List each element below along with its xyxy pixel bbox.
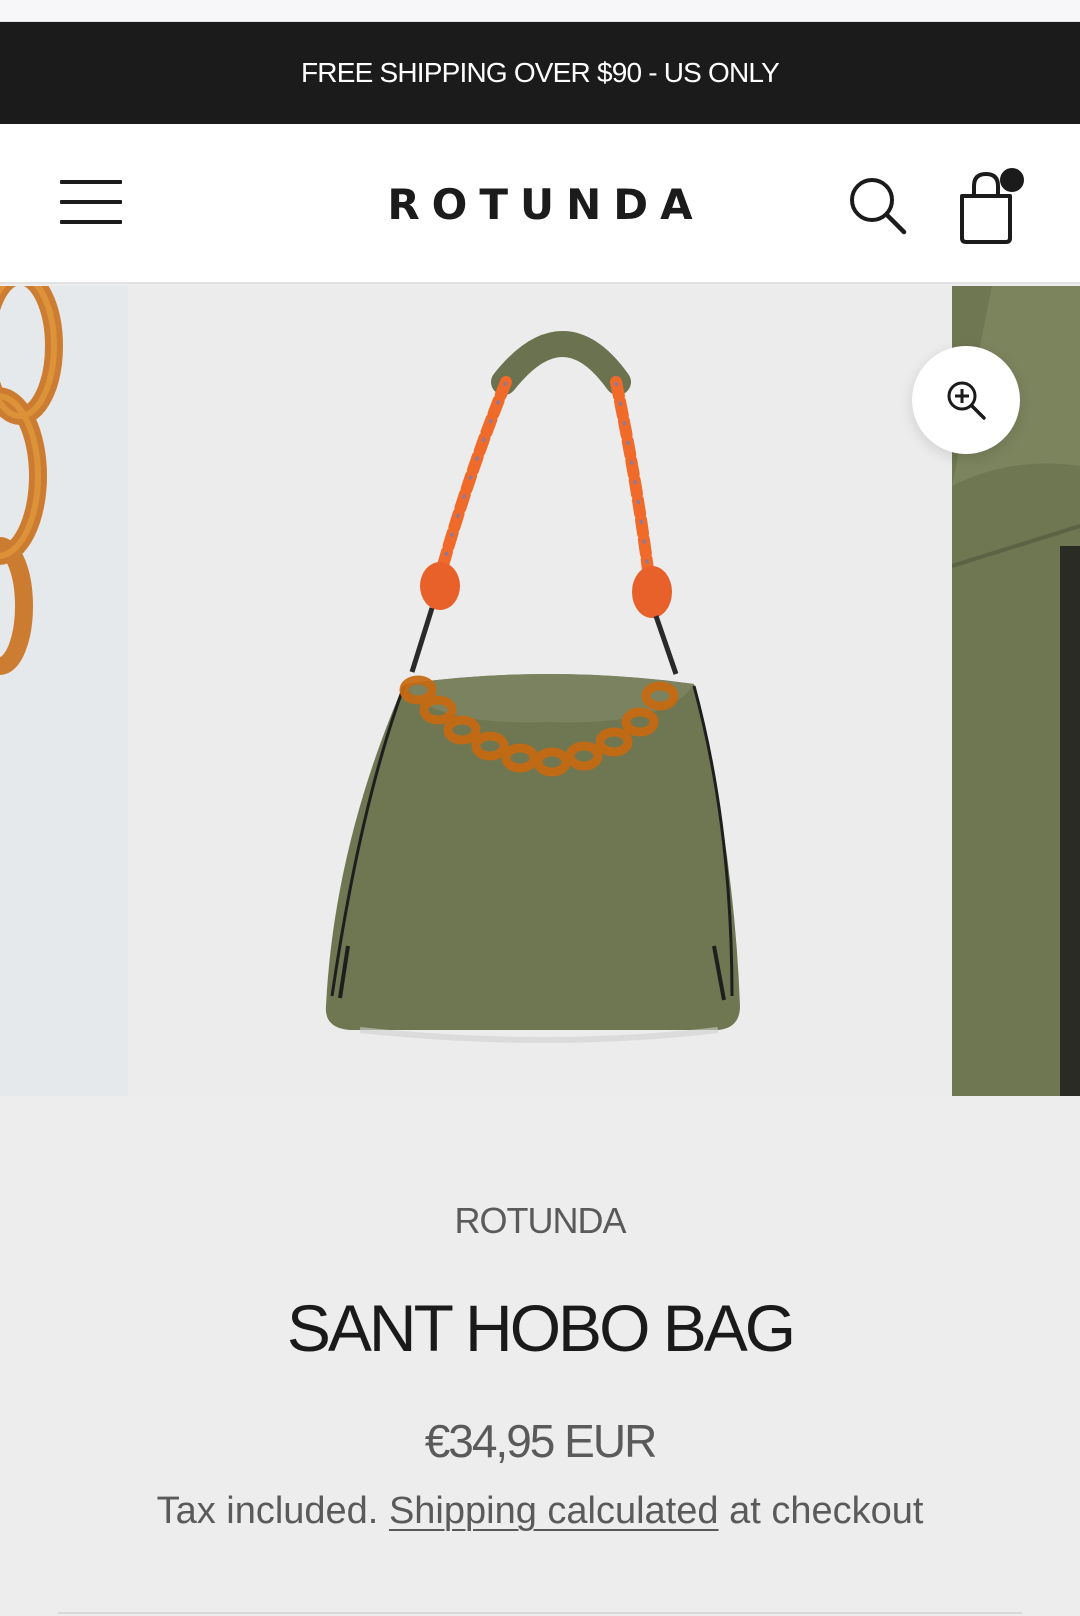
search-icon[interactable] bbox=[846, 174, 910, 238]
site-logo[interactable]: ROTUNDA bbox=[340, 176, 740, 232]
status-strip bbox=[0, 0, 1080, 22]
gallery-slide-previous[interactable] bbox=[0, 286, 128, 1096]
product-gallery[interactable] bbox=[0, 286, 1080, 1096]
shopping-bag-icon[interactable] bbox=[952, 166, 1032, 246]
announcement-text: FREE SHIPPING OVER $90 - US ONLY bbox=[300, 57, 780, 88]
zoom-in-icon[interactable] bbox=[912, 346, 1020, 454]
product-title: SANT HOBO BAG bbox=[286, 1291, 796, 1365]
tax-prefix: Tax included. bbox=[156, 1490, 379, 1532]
cart-indicator-dot bbox=[1000, 168, 1024, 192]
hobo-bag-image bbox=[325, 331, 740, 1043]
tax-suffix: at checkout bbox=[729, 1490, 924, 1532]
hamburger-menu-icon[interactable] bbox=[56, 176, 128, 228]
product-price: €34,95 EUR bbox=[424, 1415, 658, 1467]
divider bbox=[58, 1612, 1022, 1614]
product-info: ROTUNDA SANT HOBO BAG €34,95 EUR Tax inc… bbox=[0, 1096, 1080, 1616]
product-vendor[interactable]: ROTUNDA bbox=[0, 1200, 1080, 1242]
gallery-slide-main[interactable] bbox=[128, 286, 952, 1096]
amber-chain-image bbox=[0, 286, 63, 675]
announcement-bar: FREE SHIPPING OVER $90 - US ONLY bbox=[0, 22, 1080, 124]
shipping-link[interactable]: Shipping calculated bbox=[389, 1490, 719, 1532]
tax-note: Tax included. Shipping calculated at che… bbox=[0, 1490, 1080, 1533]
site-header: ROTUNDA bbox=[0, 124, 1080, 284]
